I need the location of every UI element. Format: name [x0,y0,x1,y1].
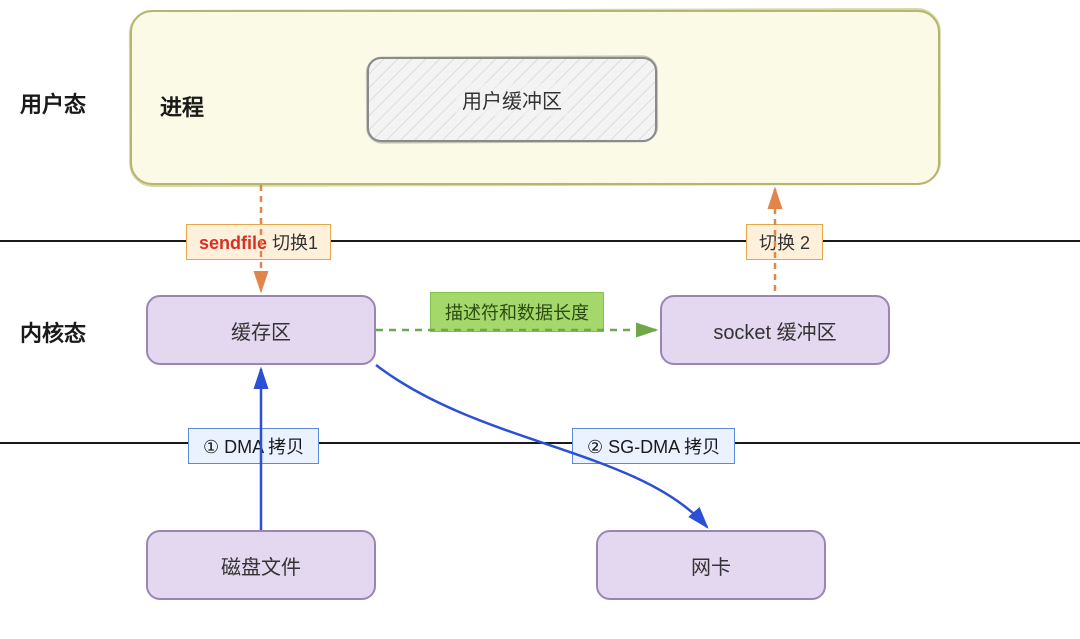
nic-label: 网卡 [691,551,731,580]
nic-box: 网卡 [596,530,826,600]
switch2-label: 切换 2 [746,224,823,260]
sendfile-fn-text: sendfile [199,233,267,253]
socket-buffer-box: socket 缓冲区 [660,295,890,365]
descriptor-length-label: 描述符和数据长度 [430,292,604,332]
divider-user-kernel [0,240,1080,242]
divider-kernel-hw [0,442,1080,444]
disk-file-label: 磁盘文件 [221,551,301,580]
layer-label-user: 用户态 [20,87,86,119]
user-buffer-label: 用户缓冲区 [456,83,568,116]
dma-copy-label: ① DMA 拷贝 [188,428,319,464]
process-container: 进程 用户缓冲区 [130,10,940,185]
cache-label: 缓存区 [231,316,291,345]
layer-label-kernel: 内核态 [20,316,86,348]
sgdma-copy-label: ② SG-DMA 拷贝 [572,428,735,464]
disk-file-box: 磁盘文件 [146,530,376,600]
socket-buffer-label: socket 缓冲区 [713,316,836,345]
sendfile-switch-label: sendfile 切换1 [186,224,331,260]
process-label: 进程 [160,90,204,122]
user-buffer-box: 用户缓冲区 [367,57,657,142]
cache-box: 缓存区 [146,295,376,365]
sendfile-suffix-text: 切换1 [267,233,318,253]
